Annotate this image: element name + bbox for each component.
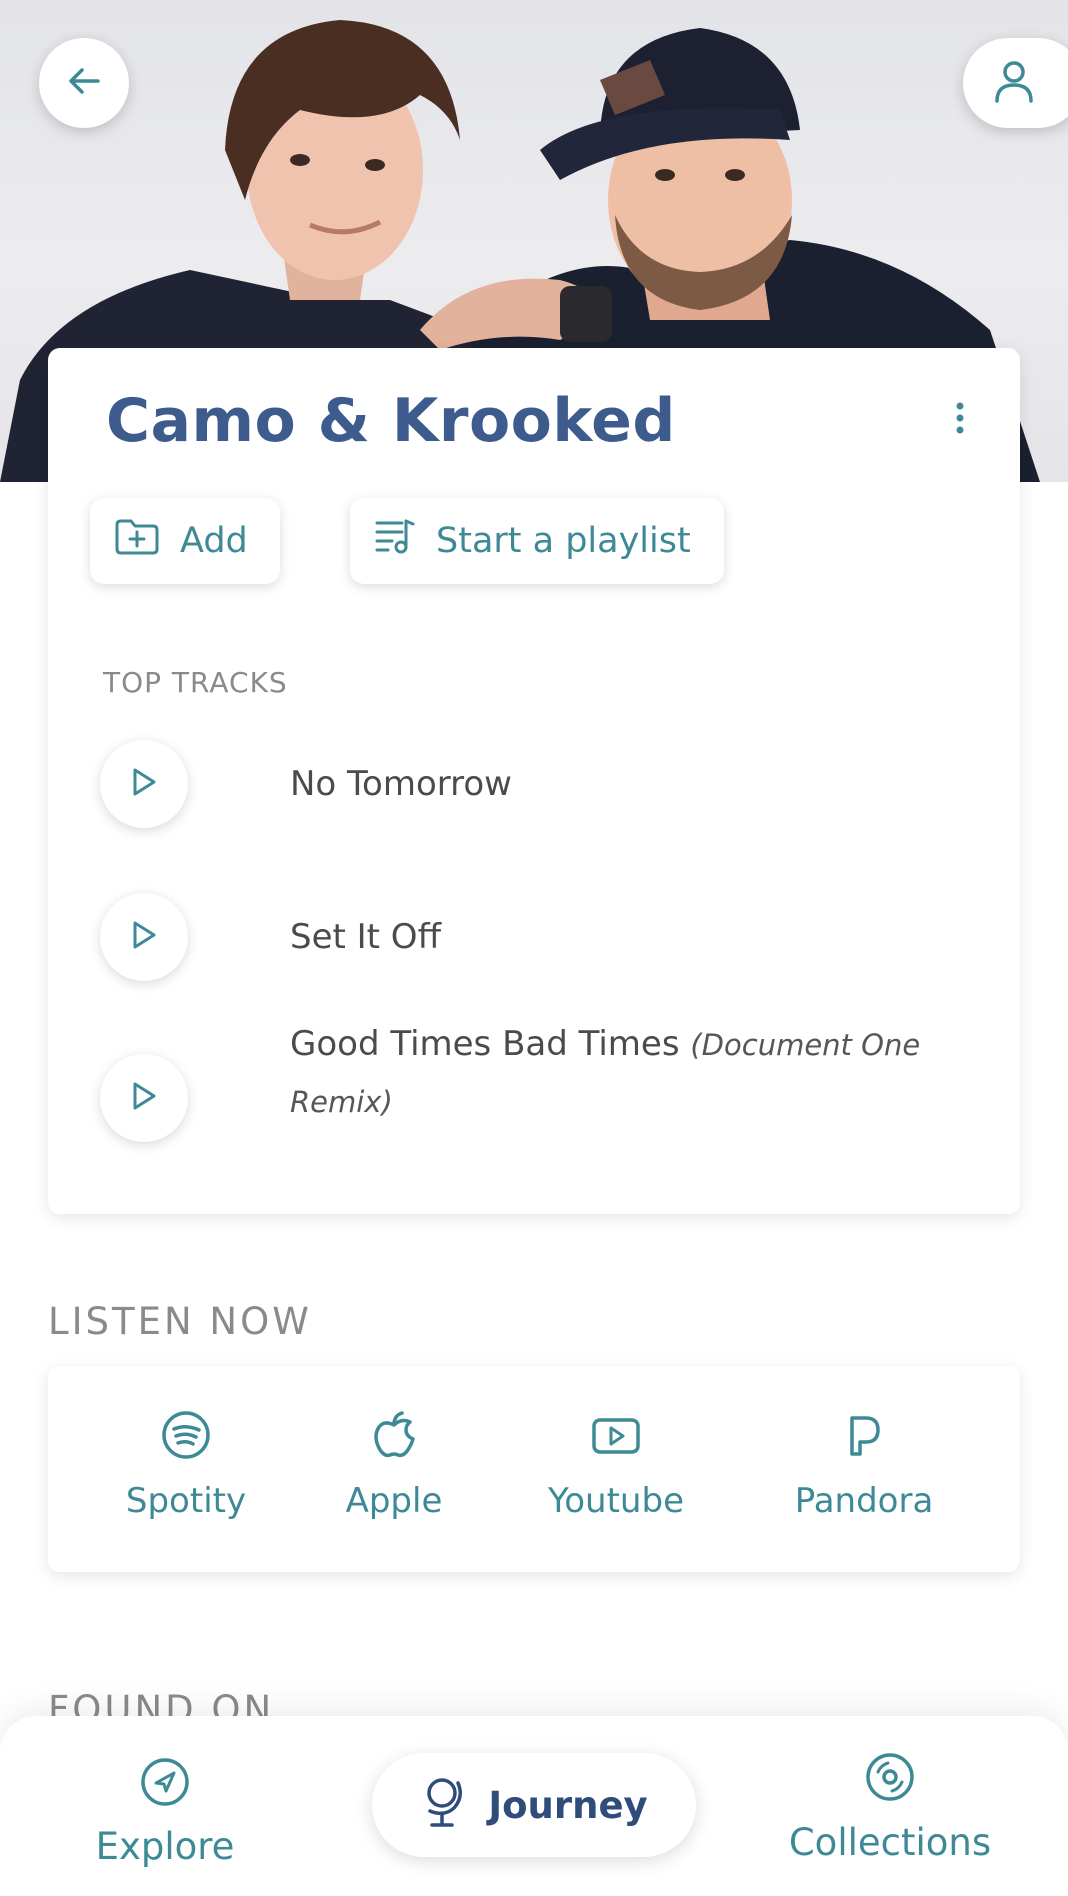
nav-collections-label: Collections [788,1821,992,1864]
apple-link[interactable]: Apple [334,1410,454,1521]
artist-name: Camo & Krooked [106,386,676,456]
play-icon [130,920,158,955]
pandora-link[interactable]: Pandora [784,1410,944,1521]
nav-explore[interactable]: Explore [90,1756,240,1868]
artist-card: Camo & Krooked Add Start a playlist TOP … [48,348,1020,1214]
play-button[interactable] [100,1054,188,1142]
track-title: No Tomorrow [290,764,512,804]
track-item[interactable]: Good Times Bad Times (Document One Remix… [100,1024,980,1184]
more-vertical-icon [955,402,965,439]
nav-explore-label: Explore [95,1825,235,1868]
nav-journey[interactable]: Journey [372,1753,696,1857]
youtube-icon [590,1410,642,1469]
start-playlist-button[interactable]: Start a playlist [350,498,724,584]
nav-collections[interactable]: Collections [780,1750,1000,1864]
playlist-icon [374,517,416,566]
top-tracks-heading: TOP TRACKS [103,666,288,699]
track-title: Good Times Bad Times [290,1024,680,1064]
listen-now-heading: LISTEN NOW [48,1300,312,1343]
apple-icon [370,1410,418,1469]
arrow-left-icon [64,61,104,106]
bottom-navigation: Explore Journey Collections [0,1716,1068,1896]
play-icon [130,1081,158,1116]
play-icon [130,767,158,802]
track-item[interactable]: No Tomorrow [100,740,980,830]
spotify-label: Spotity [125,1481,247,1521]
back-button[interactable] [39,38,129,128]
track-title: Set It Off [290,917,441,957]
disc-icon [864,1750,916,1813]
apple-label: Apple [345,1481,443,1521]
pandora-label: Pandora [794,1481,934,1521]
play-button[interactable] [100,893,188,981]
profile-button[interactable] [963,38,1068,128]
track-title-wrapper: Good Times Bad Times (Document One Remix… [290,1016,990,1130]
play-button[interactable] [100,740,188,828]
pandora-icon [844,1410,884,1469]
spotify-icon [161,1410,211,1469]
start-playlist-label: Start a playlist [436,521,691,561]
folder-plus-icon [114,518,160,565]
more-options-button[interactable] [947,400,973,440]
user-icon [993,59,1035,108]
globe-stand-icon [420,1773,466,1838]
compass-icon [139,1756,191,1817]
spotify-link[interactable]: Spotity [116,1410,256,1521]
add-button-label: Add [180,521,248,561]
add-button[interactable]: Add [90,498,280,584]
streaming-services-card: Spotity Apple Youtube Pandora [48,1366,1020,1572]
nav-journey-label: Journey [488,1783,648,1827]
youtube-label: Youtube [548,1481,684,1521]
track-item[interactable]: Set It Off [100,893,980,983]
youtube-link[interactable]: Youtube [536,1410,696,1521]
